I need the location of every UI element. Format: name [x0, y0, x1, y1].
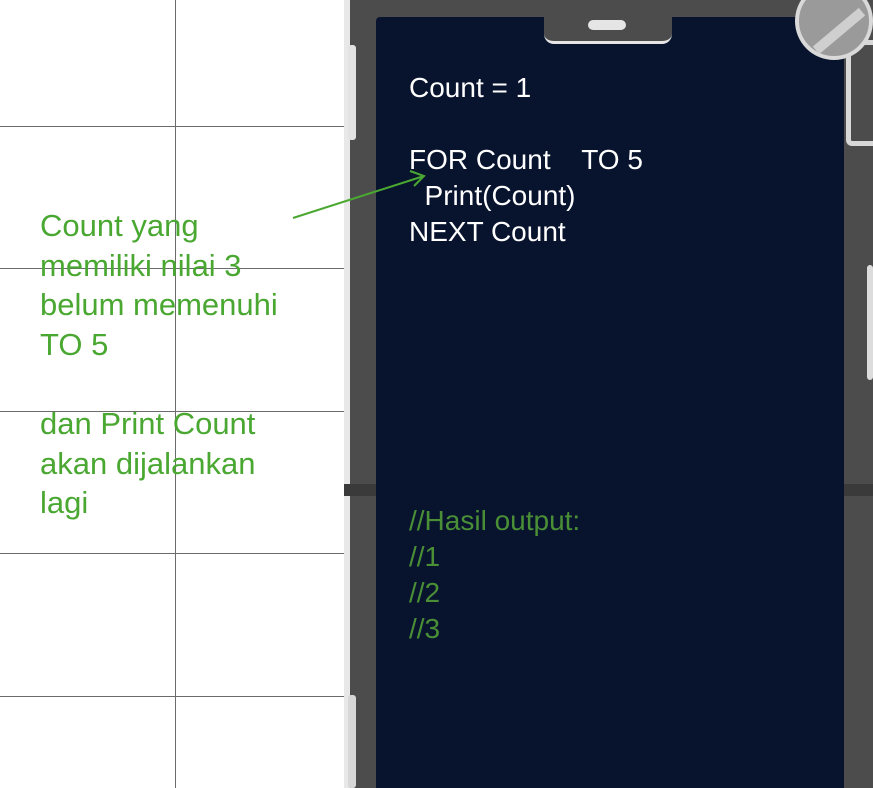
lesson-canvas: Count = 1 FOR Count TO 5 Print(Count) NE… [0, 0, 873, 788]
annotation-line: akan dijalankan [40, 446, 256, 481]
grid-horizontal-line [0, 126, 344, 127]
output-comment-line: //1 [409, 541, 441, 572]
code-line-assign: Count = 1 [409, 72, 532, 103]
annotation-line: memiliki nilai 3 [40, 248, 242, 283]
code-line-print: Print(Count) [409, 180, 576, 211]
output-comment-line: //3 [409, 613, 441, 644]
lens-glare [812, 7, 866, 55]
code-line-next: NEXT Count [409, 216, 566, 247]
annotation-line: belum memenuhi [40, 287, 278, 322]
output-comment-line: //2 [409, 577, 441, 608]
phone-notch [544, 15, 672, 44]
grid-horizontal-line [0, 553, 344, 554]
annotation-line: TO 5 [40, 327, 109, 362]
phone-side-button [348, 695, 356, 788]
annotation-line: dan Print Count [40, 406, 256, 441]
phone-side-button [348, 45, 356, 140]
grid-vertical-line [175, 0, 176, 788]
phone-screen [376, 15, 844, 788]
annotation-line: Count yang [40, 208, 199, 243]
speaker-icon [588, 20, 626, 30]
grid-horizontal-line [0, 696, 344, 697]
grid-paper [0, 0, 344, 788]
annotation-line: lagi [40, 485, 89, 520]
output-comment-header: //Hasil output: [409, 505, 581, 536]
phone-scene [344, 0, 873, 788]
code-line-for: FOR Count TO 5 [409, 144, 643, 175]
phone-side-button [867, 265, 873, 380]
